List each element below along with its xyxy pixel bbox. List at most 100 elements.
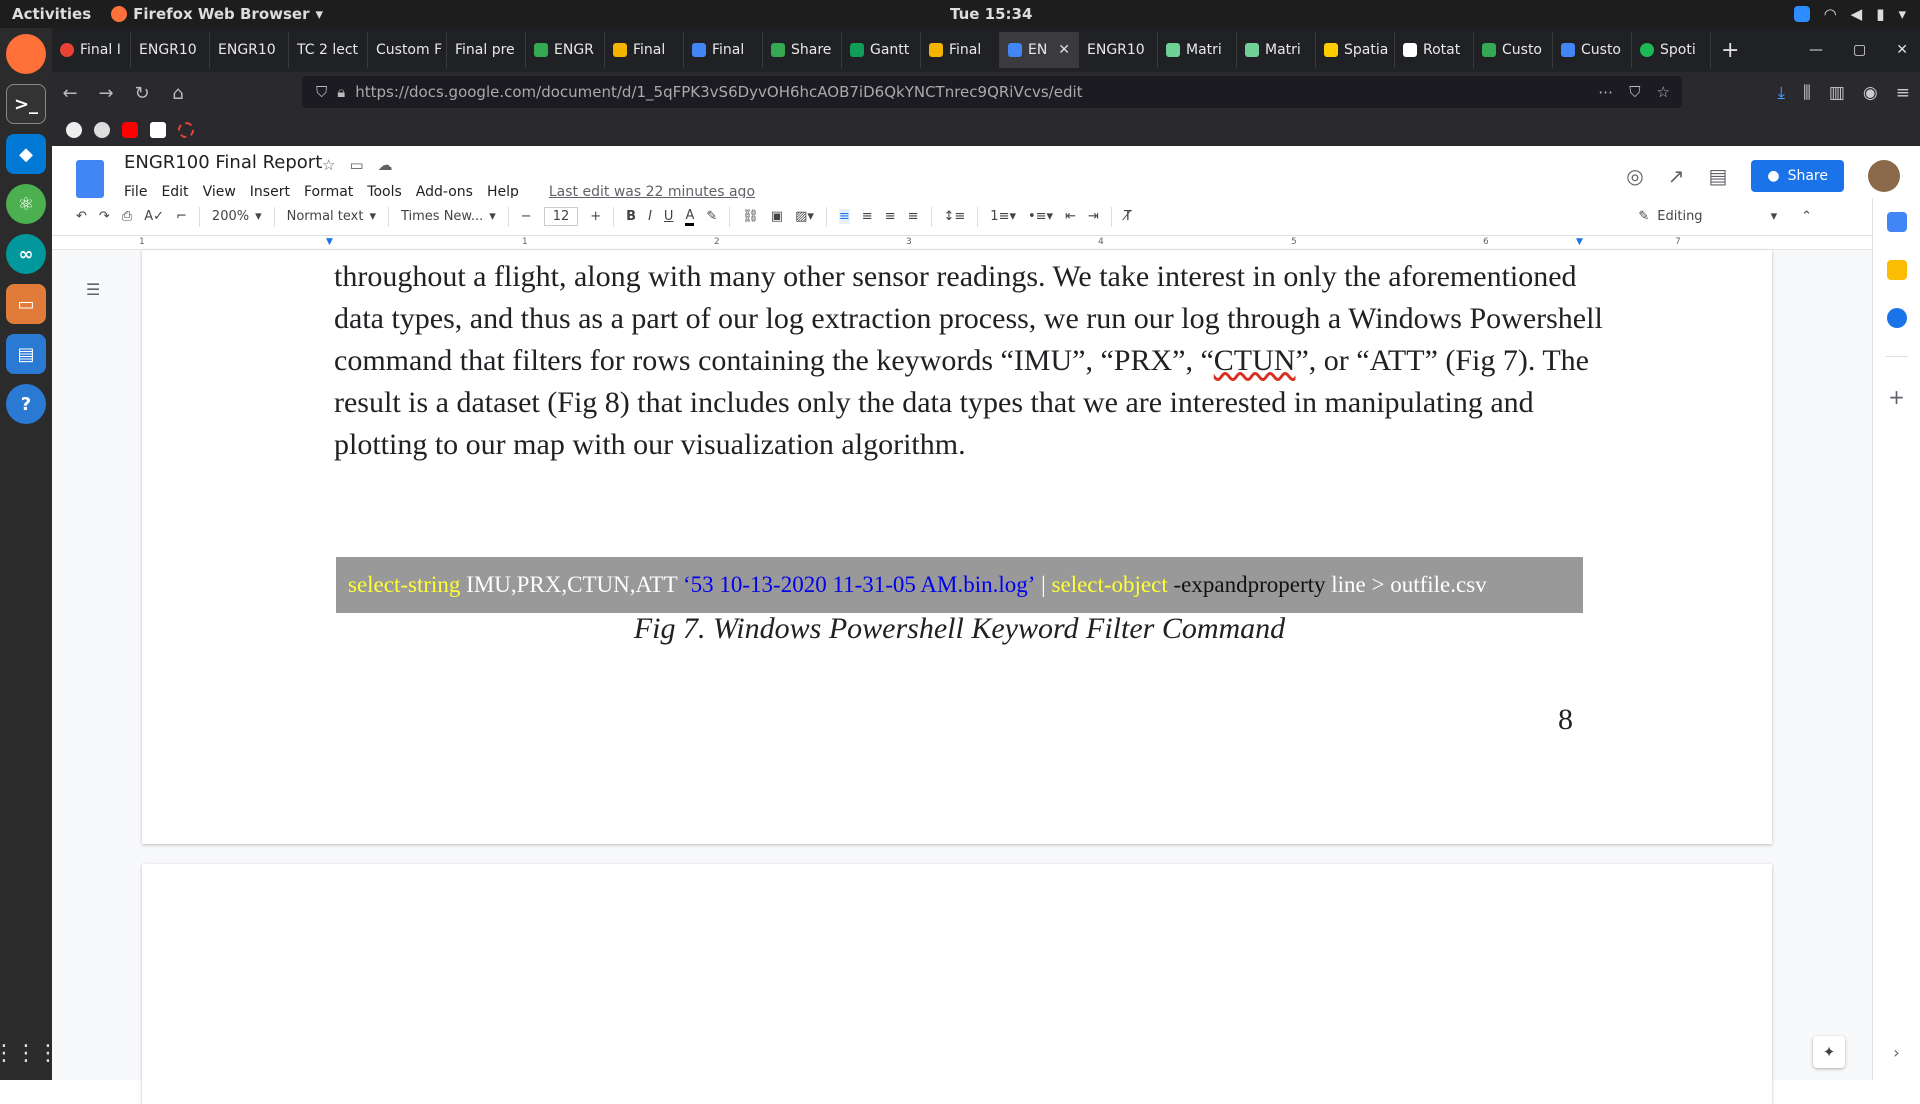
address-bar[interactable]: ⛉ 🔒︎ https://docs.google.com/document/d/… [302,76,1682,108]
figure-caption[interactable]: Fig 7. Windows Powershell Keyword Filter… [336,612,1583,646]
tab[interactable]: Final [684,32,763,68]
tab[interactable]: Custom F [368,32,447,68]
maximize-icon[interactable]: ▢ [1853,42,1866,58]
tab[interactable]: Share [763,32,842,68]
bold-icon[interactable]: B [626,209,636,224]
tab[interactable]: Custo [1474,32,1553,68]
numbered-list-icon[interactable]: 1≡▾ [990,209,1016,224]
terminal-icon[interactable]: >_ [6,84,46,124]
right-indent-marker-icon[interactable]: ▼ [1576,237,1583,247]
page-actions-icon[interactable]: ⋯ [1598,83,1613,101]
system-tray[interactable]: ◠ ◀ ▮ ▾ [1793,5,1906,23]
tasks-icon[interactable] [1886,308,1907,328]
zoom-select[interactable]: 200% ▾ [212,209,262,224]
keep-icon[interactable] [1886,260,1907,280]
print-icon[interactable]: ⎙ [122,209,132,224]
bulleted-list-icon[interactable]: •≡▾ [1028,209,1053,224]
vscode-icon[interactable]: ◆ [6,134,46,174]
body-paragraph[interactable]: throughout a flight, along with many oth… [334,256,1604,466]
share-button[interactable]: ● Share [1751,160,1844,192]
align-center-icon[interactable]: ≡ [862,209,873,224]
tab[interactable]: Matri [1237,32,1316,68]
new-tab-button[interactable]: + [1721,38,1739,63]
back-icon[interactable]: ← [52,83,88,104]
shield-icon[interactable]: ⛉ [316,83,327,101]
page[interactable] [142,864,1772,1104]
tab[interactable]: ENGR10 [131,32,210,68]
comments-icon[interactable]: ▤ [1708,164,1727,188]
paint-format-icon[interactable]: ⌐ [176,209,187,224]
chevron-down-icon[interactable]: ▾ [1898,5,1906,23]
spellcheck-icon[interactable]: A✓ [144,209,164,224]
bookmark-icon[interactable] [66,122,82,138]
help-icon[interactable]: ? [6,384,46,424]
misspelled-word[interactable]: CTUN [1214,344,1296,377]
justify-icon[interactable]: ≡ [908,209,919,224]
hamburger-menu-icon[interactable]: ≡ [1896,83,1910,103]
tab[interactable]: Final pre [447,32,526,68]
add-comment-icon[interactable]: ▣ [771,209,783,224]
add-addon-icon[interactable]: + [1888,385,1905,409]
code-block[interactable]: select-string IMU,PRX,CTUN,ATT ‘53 10-13… [336,557,1583,613]
writer-icon[interactable]: ▤ [6,334,46,374]
star-icon[interactable]: ☆ [322,156,335,174]
minimize-icon[interactable]: — [1809,42,1823,58]
forward-icon[interactable]: → [88,83,124,104]
document-title[interactable]: ENGR100 Final Report [124,152,322,173]
highlight-icon[interactable]: ✎ [706,209,717,224]
tab[interactable]: Custo [1553,32,1632,68]
tab[interactable]: Matri [1158,32,1237,68]
tab[interactable]: ENGR [526,32,605,68]
zoom-icon[interactable] [1793,6,1810,22]
line-spacing-icon[interactable]: ↕≡ [944,209,966,224]
font-select[interactable]: Times New... ▾ [401,209,496,224]
ruler[interactable]: 1 1 2 3 4 5 6 7 ▼ ▼ [52,236,1872,250]
expand-panel-icon[interactable]: › [1893,1043,1899,1062]
decrease-indent-icon[interactable]: ⇤ [1065,209,1076,224]
home-icon[interactable]: ⌂ [160,83,196,104]
document-canvas[interactable]: ☰ throughout a flight, along with many o… [52,250,1913,1104]
pocket-icon[interactable]: ⛉ [1629,83,1640,101]
bookmark-star-icon[interactable]: ☆ [1657,83,1670,101]
tab-active[interactable]: EN ✕ [1000,32,1079,68]
amazon-icon[interactable] [150,122,166,138]
cloud-status-icon[interactable]: ☁ [378,156,393,174]
meet-icon[interactable]: ◎ [1626,164,1643,188]
document-outline-icon[interactable]: ☰ [86,280,100,299]
account-icon[interactable]: ◉ [1863,83,1878,103]
volume-icon[interactable]: ◀ [1851,5,1863,23]
atom-icon[interactable]: ⚛ [6,184,46,224]
tab[interactable]: Gantt [842,32,921,68]
bookmark-icon[interactable] [178,122,194,138]
decrease-font-size-icon[interactable]: − [521,209,532,224]
sidebar-icon[interactable]: ▥ [1829,83,1845,103]
activities-button[interactable]: Activities [12,5,91,23]
app-menu[interactable]: Firefox Web Browser ▾ [111,5,323,23]
close-window-icon[interactable]: ✕ [1896,42,1908,58]
left-indent-marker-icon[interactable]: ▼ [326,237,333,247]
library-icon[interactable]: ⫼ [1803,83,1811,103]
redo-icon[interactable]: ↷ [99,209,110,224]
clear-formatting-icon[interactable]: T̸ [1124,209,1132,224]
editing-mode-select[interactable]: ✎ Editing ▾ ⌃ [1638,209,1812,224]
tab[interactable]: Rotat [1395,32,1474,68]
insert-link-icon[interactable]: ⛓ [742,209,759,224]
tab[interactable]: ENGR10 [210,32,289,68]
increase-indent-icon[interactable]: ⇥ [1088,209,1099,224]
style-select[interactable]: Normal text ▾ [287,209,376,224]
url-text[interactable]: https://docs.google.com/document/d/1_5qF… [355,83,1082,101]
calendar-icon[interactable] [1886,212,1907,232]
undo-icon[interactable]: ↶ [76,209,87,224]
download-icon[interactable]: ⤓ [1778,83,1786,103]
lock-icon[interactable]: 🔒︎ [337,83,345,101]
align-right-icon[interactable]: ≡ [885,209,896,224]
tab[interactable]: ENGR10 [1079,32,1158,68]
avatar[interactable] [1868,160,1900,192]
files-icon[interactable]: ▭ [6,284,46,324]
tab[interactable]: Final [921,32,1000,68]
firefox-icon[interactable] [6,34,46,74]
increase-font-size-icon[interactable]: + [590,209,601,224]
move-folder-icon[interactable]: ▭ [349,156,363,174]
text-color-icon[interactable]: A [685,208,695,226]
docs-logo-icon[interactable] [76,160,104,198]
